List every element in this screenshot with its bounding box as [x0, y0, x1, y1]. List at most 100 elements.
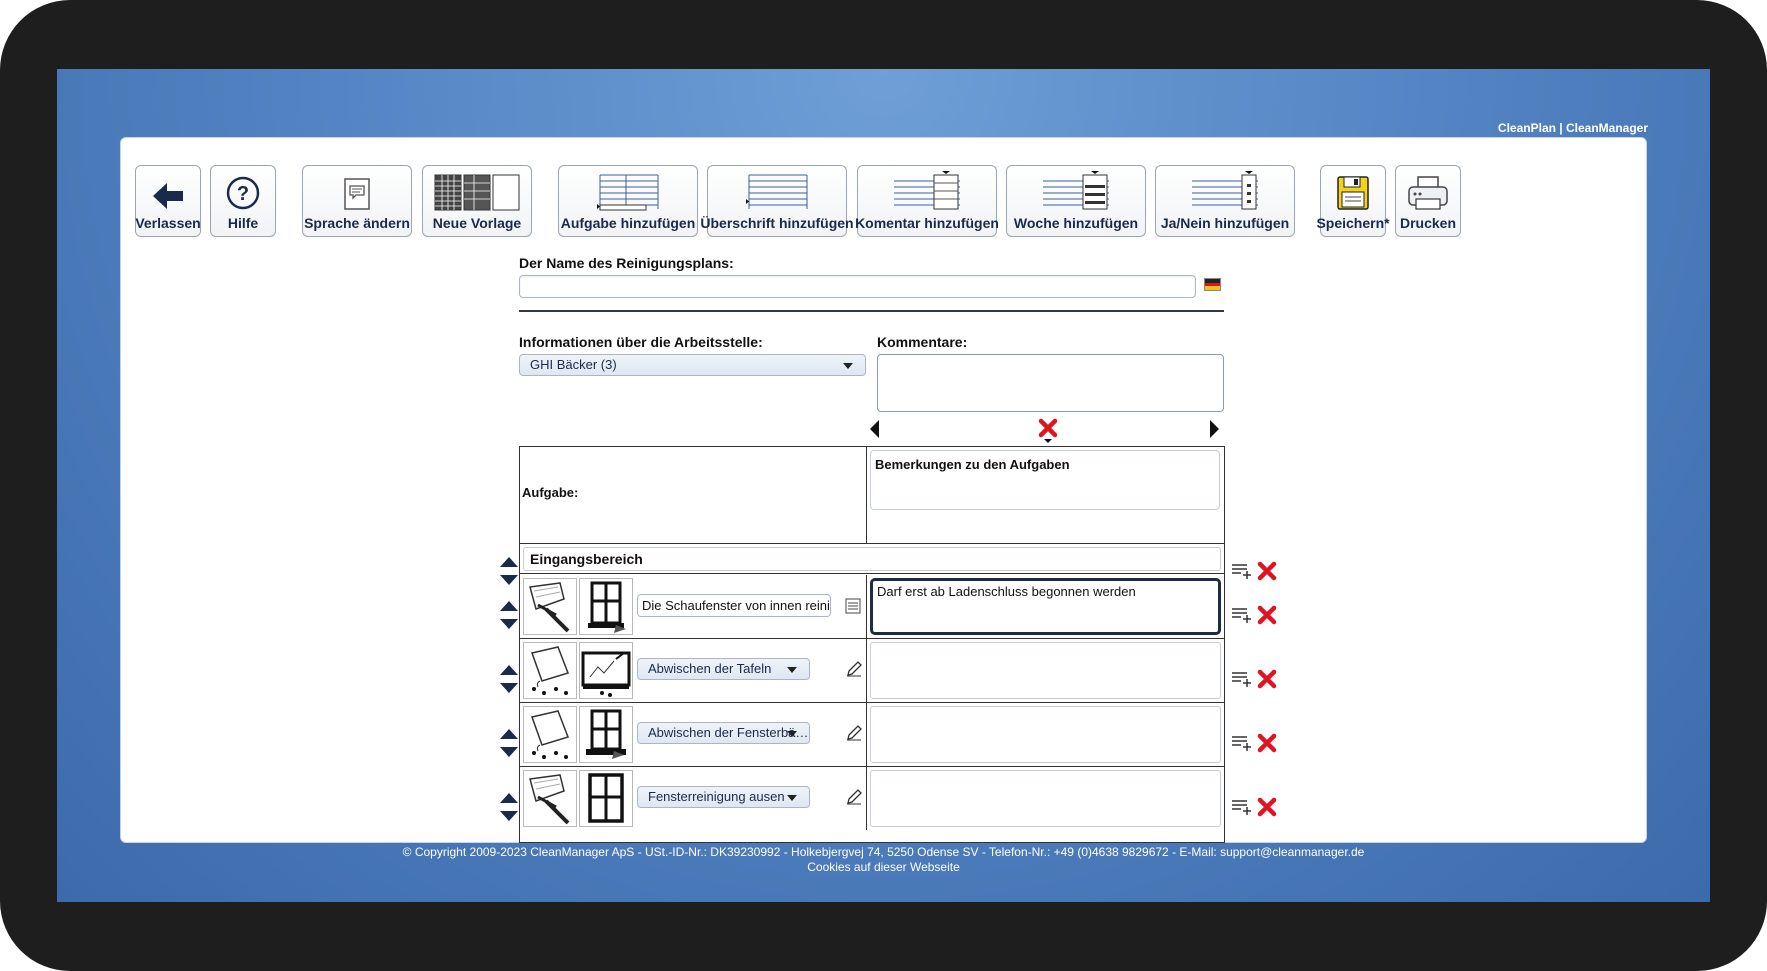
- leave-button[interactable]: Verlassen: [135, 165, 201, 237]
- window-sill-icon[interactable]: [579, 706, 633, 763]
- add-yes-no-button[interactable]: Ja/Nein hinzufügen: [1155, 165, 1295, 237]
- add-comment-label: Komentar hinzufügen: [855, 215, 999, 231]
- pencil-icon[interactable]: [845, 788, 863, 806]
- section-title-input[interactable]: Eingangsbereich: [523, 547, 1221, 571]
- table-row: Fensterreinigung ausen: [520, 767, 1224, 831]
- add-row-icon[interactable]: [1231, 670, 1253, 688]
- remarks-header-box[interactable]: Bemerkungen zu den Aufgaben: [870, 450, 1220, 510]
- remark-textarea[interactable]: Darf erst ab Ladenschluss begonnen werde…: [870, 578, 1221, 635]
- change-language-label: Sprache ändern: [304, 215, 410, 231]
- template-icon: [434, 174, 520, 211]
- comments-label: Kommentare:: [877, 334, 968, 350]
- workplace-label: Informationen über die Arbeitsstelle:: [519, 334, 763, 350]
- task-name-input[interactable]: Die Schaufenster von innen reinig: [637, 594, 831, 617]
- delete-icon[interactable]: [1257, 561, 1277, 581]
- help-icon: ?: [226, 176, 260, 210]
- add-week-table-icon: [1043, 171, 1109, 210]
- workplace-select-value: GHI Bäcker (3): [530, 357, 617, 372]
- chevron-down-icon: [843, 363, 853, 369]
- save-button[interactable]: Speichern*: [1316, 165, 1390, 237]
- remarks-header-cell: Bemerkungen zu den Aufgaben: [867, 447, 1224, 544]
- column-left-arrow-icon[interactable]: [870, 420, 879, 438]
- move-up-down-icon[interactable]: [498, 597, 520, 633]
- german-flag-icon[interactable]: [1204, 278, 1221, 291]
- add-comment-button[interactable]: Komentar hinzufügen: [855, 165, 999, 237]
- new-template-label: Neue Vorlage: [432, 215, 522, 231]
- chalkboard-icon[interactable]: [579, 642, 633, 699]
- task-select-value: Abwischen der Tafeln: [648, 661, 772, 676]
- move-up-down-icon[interactable]: [498, 725, 520, 761]
- pencil-icon[interactable]: [845, 660, 863, 678]
- chevron-down-icon: [787, 667, 797, 673]
- add-row-icon[interactable]: [1231, 606, 1253, 624]
- add-row-icon[interactable]: [1231, 798, 1253, 816]
- speech-bubble-icon: [344, 178, 370, 210]
- delete-column-icon[interactable]: [1037, 418, 1059, 444]
- move-up-down-icon[interactable]: [498, 553, 520, 589]
- print-label: Drucken: [1399, 215, 1457, 231]
- delete-icon[interactable]: [1257, 605, 1277, 625]
- remarks-header: Bemerkungen zu den Aufgaben: [875, 457, 1070, 472]
- task-select[interactable]: Fensterreinigung ausen: [637, 786, 810, 808]
- task-select[interactable]: Abwischen der Tafeln: [637, 658, 810, 680]
- remark-textarea[interactable]: [870, 642, 1221, 699]
- editor-panel: Verlassen ? Hilfe Sprache ändern Neue Vo…: [120, 137, 1647, 843]
- help-label: Hilfe: [227, 215, 259, 231]
- add-week-label: Woche hinzufügen: [1013, 215, 1139, 231]
- copyright-text: © Copyright 2009-2023 CleanManager ApS -…: [402, 845, 1365, 859]
- add-heading-table-icon: [746, 174, 808, 209]
- window-icon[interactable]: [579, 578, 633, 635]
- change-language-button[interactable]: Sprache ändern: [302, 165, 412, 237]
- delete-icon[interactable]: [1257, 733, 1277, 753]
- svg-text:?: ?: [237, 183, 249, 205]
- wet-cloth-icon[interactable]: [523, 642, 577, 699]
- task-table: Aufgabe: Bemerkungen zu den Aufgaben Ein…: [519, 446, 1225, 843]
- chevron-down-icon: [787, 795, 797, 801]
- save-label: Speichern*: [1316, 215, 1390, 231]
- add-comment-table-icon: [894, 171, 960, 210]
- add-yes-no-table-icon: [1192, 171, 1258, 210]
- footer: © Copyright 2009-2023 CleanManager ApS -…: [57, 845, 1710, 875]
- add-task-table-icon: [597, 174, 659, 211]
- brand-link[interactable]: CleanPlan | CleanManager: [1498, 121, 1648, 135]
- leave-label: Verlassen: [135, 215, 201, 231]
- window-frame-icon[interactable]: [579, 770, 633, 827]
- add-row-icon[interactable]: [1231, 562, 1253, 580]
- plan-name-label: Der Name des Reinigungsplans:: [519, 255, 734, 271]
- delete-icon[interactable]: [1257, 797, 1277, 817]
- row-actions: [1231, 668, 1281, 690]
- workplace-select[interactable]: GHI Bäcker (3): [519, 354, 866, 376]
- cookies-link[interactable]: Cookies auf dieser Webseite: [57, 860, 1710, 875]
- pencil-icon[interactable]: [845, 724, 863, 742]
- row-actions: [1231, 604, 1281, 626]
- column-right-arrow-icon[interactable]: [1210, 420, 1219, 438]
- delete-icon[interactable]: [1257, 669, 1277, 689]
- move-up-down-icon[interactable]: [498, 661, 520, 697]
- add-task-button[interactable]: Aufgabe hinzufügen: [558, 165, 698, 237]
- task-select[interactable]: Abwischen der Fensterbä…: [637, 722, 810, 744]
- wet-cloth-icon[interactable]: [523, 706, 577, 763]
- squeegee-icon[interactable]: [523, 578, 577, 635]
- row-actions: [1231, 732, 1281, 754]
- list-icon[interactable]: [845, 598, 861, 614]
- new-template-button[interactable]: Neue Vorlage: [422, 165, 532, 237]
- table-row: Die Schaufenster von innen reinig Darf e…: [520, 575, 1224, 639]
- squeegee-icon[interactable]: [523, 770, 577, 827]
- remark-textarea[interactable]: [870, 706, 1221, 763]
- add-heading-button[interactable]: Überschrift hinzufügen: [700, 165, 854, 237]
- plan-name-input[interactable]: [519, 275, 1196, 298]
- chevron-down-icon: [787, 731, 797, 737]
- row-actions: [1231, 796, 1281, 818]
- move-up-down-icon[interactable]: [498, 789, 520, 825]
- print-button[interactable]: Drucken: [1395, 165, 1461, 237]
- table-row: Abwischen der Fensterbä…: [520, 703, 1224, 767]
- divider: [519, 310, 1224, 312]
- help-button[interactable]: ? Hilfe: [210, 165, 276, 237]
- remark-textarea[interactable]: [870, 770, 1221, 827]
- add-week-button[interactable]: Woche hinzufügen: [1006, 165, 1146, 237]
- add-row-icon[interactable]: [1231, 734, 1253, 752]
- comments-textarea[interactable]: [877, 354, 1224, 412]
- printer-icon: [1408, 176, 1448, 210]
- task-select-value: Fensterreinigung ausen: [648, 789, 785, 804]
- app-screen: CleanPlan | CleanManager Verlassen ? Hil…: [57, 69, 1710, 902]
